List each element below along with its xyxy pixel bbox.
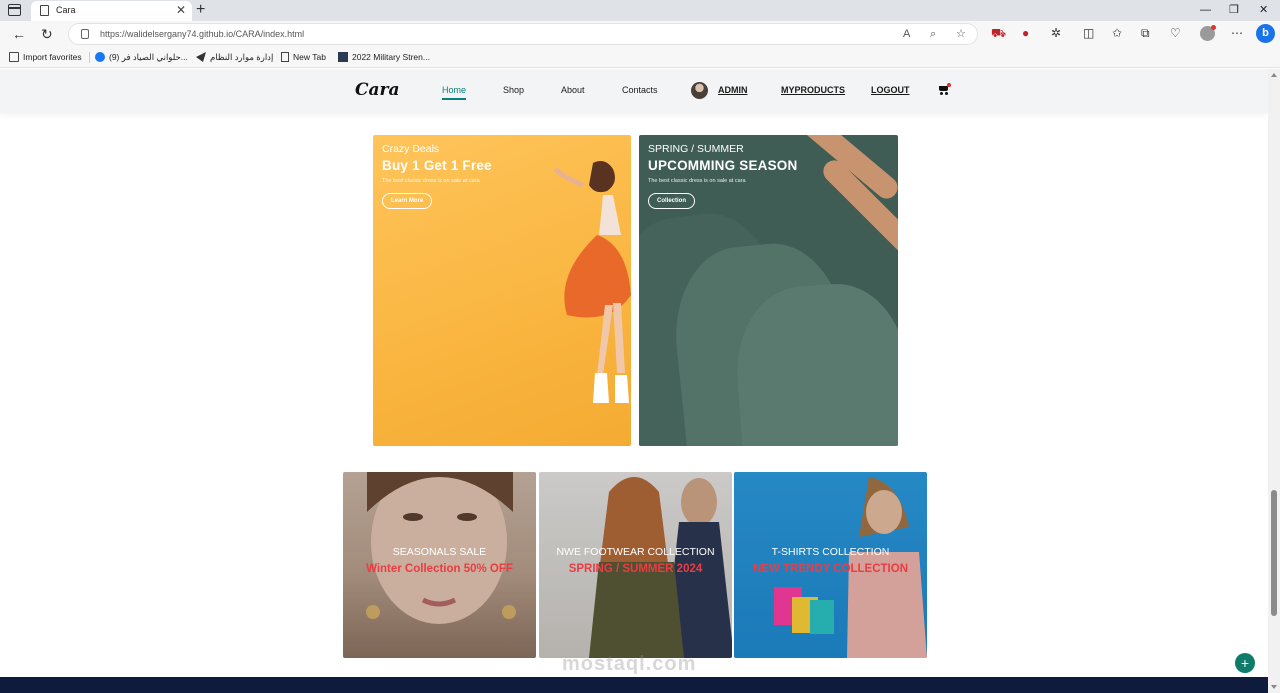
minimize-icon[interactable]: — <box>1200 2 1211 18</box>
page-viewport: Cara Home Shop About Contacts ADMIN MYPR… <box>0 69 1268 693</box>
floating-add-button[interactable]: + <box>1235 653 1255 673</box>
bird-icon <box>196 52 206 62</box>
tab-title: Cara <box>56 5 76 15</box>
back-icon[interactable]: ← <box>12 25 26 43</box>
refresh-icon[interactable]: ↻ <box>41 25 53 43</box>
promo-subtitle: Winter Collection 50% OFF <box>366 563 513 575</box>
banner-headline: Buy 1 Get 1 Free <box>382 158 492 173</box>
browser-toolbar: ← ↻ https://walidelsergany74.github.io/C… <box>0 21 1280 47</box>
dancer-image <box>553 161 631 403</box>
nav-myproducts[interactable]: MYPRODUCTS <box>781 85 845 95</box>
learn-more-button[interactable]: Learn More <box>382 193 433 209</box>
site-logo[interactable]: Cara <box>355 80 400 100</box>
collection-button[interactable]: Collection <box>648 193 696 209</box>
bookmark-new-tab[interactable]: New Tab <box>281 51 326 63</box>
lock-icon[interactable] <box>81 29 89 39</box>
more-menu-icon[interactable]: ⋯ <box>1231 26 1243 40</box>
nav-about[interactable]: About <box>561 85 585 95</box>
bookmarks-bar: Import favorites (9) حلواني الصياد فر...… <box>0 47 1280 68</box>
site-header: Cara Home Shop About Contacts ADMIN MYPR… <box>0 69 1268 113</box>
scroll-down-icon[interactable] <box>1271 685 1277 689</box>
banner-upcoming-season: SPRING / SUMMER UPCOMMING SEASON The bes… <box>639 135 898 446</box>
gfp-icon <box>338 52 348 62</box>
extensions-icon[interactable]: ✲ <box>1051 26 1061 40</box>
browser-tab-strip: Cara ✕ + — ❐ ✕ <box>0 0 1280 21</box>
url-text[interactable]: https://walidelsergany74.github.io/CARA/… <box>100 29 304 39</box>
nav-admin[interactable]: ADMIN <box>718 85 748 95</box>
banner-description: The best classic dress is on sale at car… <box>648 178 746 184</box>
promo-title: NWE FOOTWEAR COLLECTION <box>556 546 715 558</box>
banner-subtitle: Crazy Deals <box>382 143 440 155</box>
admin-avatar[interactable] <box>691 82 708 99</box>
extension-badge-icon[interactable]: ● <box>1022 26 1029 40</box>
page-icon <box>40 5 49 16</box>
new-tab-button[interactable]: + <box>196 0 205 20</box>
nav-contacts[interactable]: Contacts <box>622 85 658 95</box>
promo-tshirts-collection[interactable]: T-SHIRTS COLLECTION NEW TRENDY COLLECTIO… <box>734 472 927 658</box>
bookmark-import-favorites[interactable]: Import favorites <box>9 51 82 63</box>
promo-footwear-collection[interactable]: NWE FOOTWEAR COLLECTION SPRING / SUMMER … <box>539 472 732 658</box>
scrollbar-thumb[interactable] <box>1271 490 1277 616</box>
page-scrollbar[interactable] <box>1268 69 1280 693</box>
restore-icon[interactable]: ❐ <box>1229 2 1239 18</box>
read-aloud-icon[interactable]: A <box>903 27 910 41</box>
import-icon <box>9 52 19 62</box>
bookmark-facebook[interactable]: (9) حلواني الصياد فر... <box>95 51 188 63</box>
close-window-icon[interactable]: ✕ <box>1259 2 1268 18</box>
nav-home[interactable]: Home <box>442 85 467 100</box>
watermark-text: mostaql.com <box>562 653 697 675</box>
favorites-icon[interactable]: ✩ <box>1112 26 1122 40</box>
favorite-star-icon[interactable]: ☆ <box>956 27 966 41</box>
address-bar[interactable]: https://walidelsergany74.github.io/CARA/… <box>68 23 978 45</box>
promo-title: SEASONALS SALE <box>392 546 487 558</box>
promo-subtitle: NEW TRENDY COLLECTION <box>752 563 909 575</box>
bookmark-military-strength[interactable]: 2022 Military Stren... <box>338 51 430 63</box>
page-icon <box>281 52 289 62</box>
nav-shop[interactable]: Shop <box>503 85 524 95</box>
scroll-up-icon[interactable] <box>1271 73 1277 77</box>
browser-essentials-icon[interactable]: ♡ <box>1170 26 1181 40</box>
cart-icon[interactable] <box>939 83 951 95</box>
collections-icon[interactable]: ⧉ <box>1141 26 1150 40</box>
footer-strip <box>0 677 1268 693</box>
nav-logout[interactable]: LOGOUT <box>871 85 910 95</box>
split-screen-icon[interactable]: ◫ <box>1083 26 1094 40</box>
bing-copilot-icon[interactable]: b <box>1256 24 1275 43</box>
tab-close-icon[interactable]: ✕ <box>176 3 186 17</box>
facebook-icon <box>95 52 105 62</box>
banner-description: The best classic dress is on sale at car… <box>382 178 480 184</box>
browser-tab[interactable]: Cara ✕ <box>31 1 192 21</box>
promo-seasonal-sale[interactable]: SEASONALS SALE Winter Collection 50% OFF <box>343 472 536 658</box>
tab-actions-icon[interactable] <box>8 4 21 16</box>
promo-subtitle: SPRING / SUMMER 2024 <box>568 563 703 575</box>
bookmark-system-resources[interactable]: إدارة موارد النظام <box>196 51 273 63</box>
profile-avatar[interactable] <box>1200 25 1216 41</box>
promo-title: T-SHIRTS COLLECTION <box>771 546 890 558</box>
bookmark-separator <box>89 52 90 63</box>
banner-headline: UPCOMMING SEASON <box>648 158 798 173</box>
banner-subtitle: SPRING / SUMMER <box>648 143 744 155</box>
cart-badge <box>947 83 951 87</box>
banner-crazy-deals: Crazy Deals Buy 1 Get 1 Free The best cl… <box>373 135 631 446</box>
zoom-icon[interactable]: ⌕ <box>930 27 936 41</box>
extension-cart-icon[interactable]: ⛟ <box>991 26 1006 40</box>
